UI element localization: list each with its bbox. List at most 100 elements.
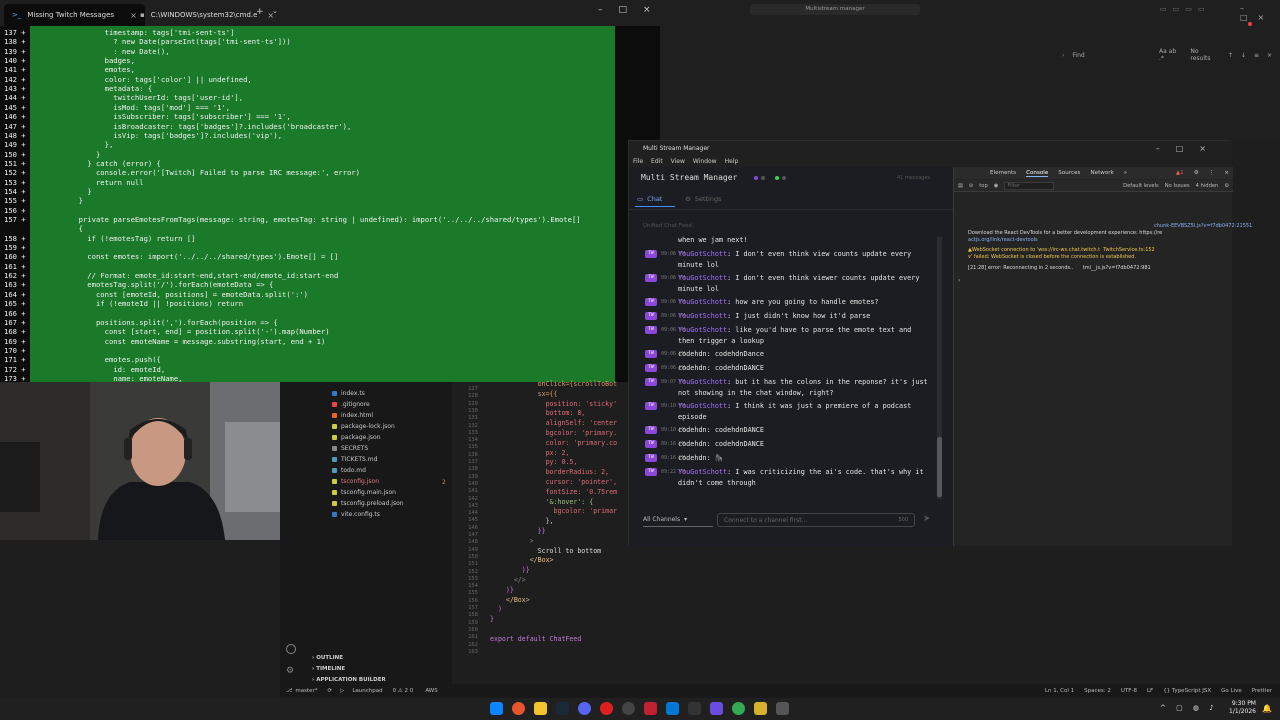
send-icon[interactable]: ➤ (923, 514, 931, 524)
file-item[interactable]: .gitignore (332, 401, 370, 408)
message-username[interactable]: codehdn (678, 426, 707, 434)
menu-window[interactable]: Window (693, 158, 717, 165)
message-username[interactable]: YouGotSchott (678, 312, 727, 320)
message-username[interactable]: codehdn (678, 350, 707, 358)
close-icon[interactable]: × (1224, 170, 1229, 176)
close-icon[interactable]: × (643, 5, 651, 15)
outline-section[interactable]: › OUTLINE (312, 655, 343, 661)
maximize-icon[interactable]: □ (619, 5, 628, 15)
app-icon[interactable] (710, 702, 723, 715)
more-icon[interactable]: ⋮ (1209, 170, 1215, 176)
menu-edit[interactable]: Edit (651, 158, 663, 165)
firefox-icon[interactable] (512, 702, 525, 715)
language-mode[interactable]: {} TypeScript JSX (1163, 688, 1211, 694)
filter-input[interactable]: Filter (1004, 181, 1055, 190)
menu-help[interactable]: Help (725, 158, 739, 165)
file-item[interactable]: package-lock.json (332, 423, 395, 430)
file-item[interactable]: SECRETS (332, 445, 368, 452)
layout-controls[interactable]: ▭▭▭▭ (1160, 5, 1210, 13)
scrollbar-thumb[interactable] (937, 437, 942, 497)
file-item[interactable]: index.ts (332, 390, 365, 397)
prettier[interactable]: Prettier (1252, 688, 1272, 694)
settings-icon[interactable]: ⚙ (1194, 170, 1199, 176)
message-input[interactable]: Connect to a channel first... 500 (717, 513, 915, 527)
message-username[interactable]: codehdn (678, 454, 707, 462)
file-item[interactable]: todo.md (332, 467, 366, 474)
steam-icon[interactable] (556, 702, 569, 715)
message-username[interactable]: YouGotSchott (678, 250, 727, 258)
application-builder-section[interactable]: › APPLICATION BUILDER (312, 677, 386, 683)
sidebar-icon[interactable]: ▤ (958, 183, 963, 189)
tab-network[interactable]: Network (1090, 170, 1113, 176)
tab-elements[interactable]: Elements (990, 170, 1016, 176)
go-live[interactable]: Go Live (1221, 688, 1242, 694)
sync-icon[interactable]: ⟳ (328, 688, 333, 694)
more-tabs-icon[interactable]: » (1124, 170, 1127, 176)
aws-status[interactable]: AWS (425, 688, 437, 694)
chevron-right-icon[interactable]: › (1062, 52, 1064, 59)
file-item[interactable]: tsconfig.json (332, 478, 379, 485)
menu-icon[interactable]: ≡ (1254, 52, 1259, 59)
indentation[interactable]: Spaces: 2 (1084, 688, 1111, 694)
find-input[interactable]: Find (1072, 52, 1131, 59)
terminal-icon[interactable] (688, 702, 701, 715)
find-options[interactable]: Aa ab .* (1159, 48, 1182, 62)
warning-count-icon[interactable]: ▲1 (1176, 170, 1184, 176)
settings-app-icon[interactable] (622, 702, 635, 715)
git-branch[interactable]: master* (295, 688, 317, 694)
menu-file[interactable]: File (633, 158, 643, 165)
file-item[interactable]: tsconfig.preload.json (332, 500, 404, 507)
tab-chat[interactable]: ▭ Chat (637, 195, 662, 203)
log-levels[interactable]: Default levels (1123, 183, 1159, 189)
terminal-tab-active[interactable]: >_ Missing Twitch Messages × (4, 4, 145, 26)
notes-icon[interactable] (754, 702, 767, 715)
message-username[interactable]: YouGotSchott (678, 402, 727, 410)
chevron-down-icon[interactable]: ⌄ (272, 7, 278, 15)
scrollbar-track[interactable] (937, 237, 942, 499)
message-username[interactable]: YouGotSchott (678, 326, 727, 334)
problems-count[interactable]: 0 ⚠ 2 0 (393, 688, 414, 694)
cursor-position[interactable]: Ln 1, Col 1 (1045, 688, 1074, 694)
command-center[interactable]: Multistream manager (750, 4, 920, 15)
chat-messages[interactable]: when we jam next! TW 09:06 PM YouGotSchott:… (629, 235, 943, 503)
app-icon[interactable] (644, 702, 657, 715)
channel-select[interactable]: All Channels ▾ (643, 513, 713, 527)
tab-console[interactable]: Console (1026, 170, 1049, 177)
menu-view[interactable]: View (671, 158, 685, 165)
arrow-down-icon[interactable]: ↓ (1241, 52, 1246, 59)
account-icon[interactable] (286, 644, 296, 654)
file-explorer-icon[interactable] (534, 702, 547, 715)
windows-start-icon[interactable] (490, 702, 503, 715)
chrome-icon[interactable] (732, 702, 745, 715)
clear-console-icon[interactable]: ⊘ (969, 183, 973, 189)
file-item[interactable]: package.json (332, 434, 381, 441)
close-icon[interactable]: × (1267, 52, 1272, 59)
app-icon[interactable] (776, 702, 789, 715)
issues[interactable]: No Issues (1165, 183, 1190, 189)
console-prompt[interactable]: › (958, 277, 960, 284)
message-username[interactable]: YouGotSchott (678, 468, 727, 476)
file-item[interactable]: index.html (332, 412, 373, 419)
window-controls[interactable]: –□× (1240, 4, 1280, 22)
play-icon[interactable]: ▷ (340, 688, 344, 694)
minimize-icon[interactable]: – (598, 5, 603, 15)
tab-sources[interactable]: Sources (1058, 170, 1080, 176)
context-select[interactable]: top (979, 183, 988, 189)
gear-icon[interactable]: ⚙ (1224, 183, 1229, 189)
vscode-icon[interactable] (666, 702, 679, 715)
message-username[interactable]: codehdn (678, 440, 707, 448)
message-username[interactable]: codehdn (678, 364, 707, 372)
arrow-up-icon[interactable]: ↑ (1228, 52, 1233, 59)
file-item[interactable]: vite.config.ts (332, 511, 380, 518)
clock[interactable]: 9:30 PM 1/1/2026 (1216, 700, 1256, 716)
notification-icon[interactable]: 🔔 (1262, 704, 1272, 713)
discord-icon[interactable] (578, 702, 591, 715)
window-controls[interactable]: –□× (1156, 144, 1222, 153)
encoding[interactable]: UTF-8 (1121, 688, 1137, 694)
gear-icon[interactable]: ⚙ (286, 666, 294, 676)
message-username[interactable]: YouGotSchott (678, 274, 727, 282)
launchpad[interactable]: Launchpad (352, 688, 382, 694)
file-item[interactable]: TICKETS.md (332, 456, 377, 463)
file-item[interactable]: tsconfig.main.json (332, 489, 396, 496)
system-tray[interactable]: ^ ▢ ◍ ♪ (1160, 704, 1218, 712)
